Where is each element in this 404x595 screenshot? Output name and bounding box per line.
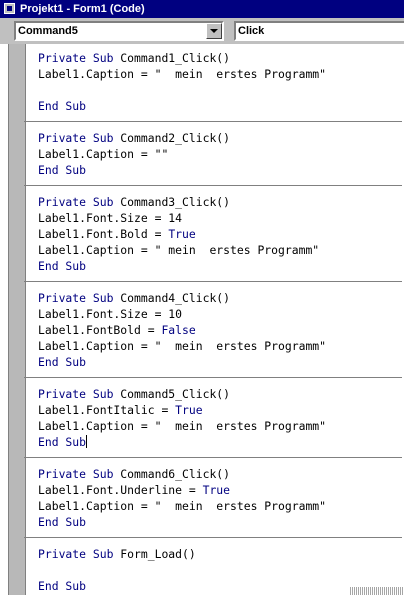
- code-text: Command3_Click(): [120, 195, 231, 209]
- procedure-block[interactable]: Private Sub Command6_Click() Label1.Font.…: [38, 466, 398, 530]
- code-line[interactable]: Private Sub Command2_Click(): [38, 130, 398, 146]
- code-text: Label1.Font.Size = 14: [38, 211, 183, 225]
- code-text: Label1.Caption = "": [38, 147, 169, 161]
- code-line[interactable]: End Sub: [38, 514, 398, 530]
- code-line[interactable]: Label1.Font.Size = 10: [38, 306, 398, 322]
- procedure-block[interactable]: Private Sub Command5_Click() Label1.FontI…: [38, 386, 398, 450]
- procedure-separator: [24, 450, 402, 466]
- code-keyword: Private Sub: [38, 291, 121, 305]
- code-text: Label1.Caption = " mein erstes Programm": [38, 419, 327, 433]
- code-line[interactable]: Private Sub Command1_Click(): [38, 50, 398, 66]
- code-keyword: End Sub: [38, 579, 87, 593]
- code-line[interactable]: Label1.Caption = " mein erstes Programm": [38, 66, 398, 82]
- code-line[interactable]: Label1.FontBold = False: [38, 322, 398, 338]
- code-keyword: End Sub: [38, 355, 87, 369]
- code-keyword: False: [161, 323, 196, 337]
- code-line[interactable]: End Sub: [38, 434, 398, 450]
- code-text: Label1.FontBold =: [38, 323, 162, 337]
- code-line[interactable]: Private Sub Command6_Click(): [38, 466, 398, 482]
- code-toolbar: Command5 Click: [0, 18, 404, 44]
- chevron-down-icon[interactable]: [206, 23, 222, 39]
- code-line[interactable]: End Sub: [38, 98, 398, 114]
- procedure-separator: [24, 178, 402, 194]
- code-keyword: Private Sub: [38, 387, 121, 401]
- code-line[interactable]: End Sub: [38, 258, 398, 274]
- code-line[interactable]: Private Sub Command4_Click(): [38, 290, 398, 306]
- procedure-separator: [24, 274, 402, 290]
- code-text: Label1.Font.Size = 10: [38, 307, 183, 321]
- code-keyword: End Sub: [38, 163, 87, 177]
- object-combo[interactable]: Command5: [14, 21, 224, 41]
- code-line[interactable]: Label1.Caption = "": [38, 146, 398, 162]
- object-combo-value: Command5: [18, 25, 78, 37]
- code-line[interactable]: Label1.Caption = " mein erstes Programm": [38, 338, 398, 354]
- code-keyword: Private Sub: [38, 547, 121, 561]
- resize-grip[interactable]: [350, 587, 404, 595]
- code-keyword: True: [168, 227, 196, 241]
- code-text: Label1.Caption = " mein erstes Programm": [38, 67, 327, 81]
- code-line[interactable]: Label1.Font.Bold = True: [38, 226, 398, 242]
- code-keyword: End Sub: [38, 435, 87, 449]
- code-line[interactable]: Label1.Font.Size = 14: [38, 210, 398, 226]
- code-line[interactable]: Label1.Caption = " mein erstes Programm": [38, 418, 398, 434]
- code-line[interactable]: Label1.Caption = " mein erstes Programm": [38, 242, 398, 258]
- code-text: Command5_Click(): [120, 387, 231, 401]
- code-keyword: Private Sub: [38, 131, 121, 145]
- code-keyword: Private Sub: [38, 51, 121, 65]
- procedure-block[interactable]: Private Sub Command1_Click() Label1.Capti…: [38, 50, 398, 114]
- code-text: Label1.Caption = " mein erstes Programm": [38, 499, 327, 513]
- code-text: Command1_Click(): [120, 51, 231, 65]
- procedure-combo-value: Click: [238, 25, 265, 37]
- code-text: Label1.Caption = " mein erstes Programm": [38, 243, 320, 257]
- code-keyword: End Sub: [38, 99, 87, 113]
- text-cursor: [86, 435, 88, 448]
- code-line[interactable]: [38, 562, 398, 578]
- code-keyword: True: [175, 403, 203, 417]
- code-keyword: Private Sub: [38, 467, 121, 481]
- code-line[interactable]: End Sub: [38, 162, 398, 178]
- procedure-combo[interactable]: Click: [234, 21, 404, 41]
- code-text: Label1.Font.Bold =: [38, 227, 169, 241]
- procedure-block[interactable]: Private Sub Form_Load() End Sub: [38, 546, 398, 594]
- code-line[interactable]: End Sub: [38, 578, 398, 594]
- code-line[interactable]: Label1.Caption = " mein erstes Programm": [38, 498, 398, 514]
- code-keyword: End Sub: [38, 259, 87, 273]
- code-line[interactable]: [38, 82, 398, 98]
- code-text: Form_Load(): [120, 547, 196, 561]
- code-text: Command2_Click(): [120, 131, 231, 145]
- procedure-separator: [24, 114, 402, 130]
- procedure-separator: [24, 530, 402, 546]
- margin-indicator-bar[interactable]: [8, 44, 26, 595]
- code-text: Label1.Font.Underline =: [38, 483, 203, 497]
- code-line[interactable]: Private Sub Command5_Click(): [38, 386, 398, 402]
- code-text: Command6_Click(): [120, 467, 231, 481]
- editor-left-strip: [0, 44, 8, 595]
- code-text: Label1.Caption = " mein erstes Programm": [38, 339, 327, 353]
- code-keyword: Private Sub: [38, 195, 121, 209]
- procedure-separator: [24, 370, 402, 386]
- code-line[interactable]: Private Sub Form_Load(): [38, 546, 398, 562]
- code-keyword: True: [202, 483, 231, 497]
- code-text: Command4_Click(): [120, 291, 231, 305]
- code-text: Label1.FontItalic =: [38, 403, 176, 417]
- code-editor[interactable]: Private Sub Command1_Click() Label1.Capti…: [0, 44, 404, 595]
- procedure-block[interactable]: Private Sub Command4_Click() Label1.Font.…: [38, 290, 398, 370]
- code-line[interactable]: Label1.Font.Underline = True: [38, 482, 398, 498]
- code-area[interactable]: Private Sub Command1_Click() Label1.Capti…: [24, 50, 402, 594]
- procedure-block[interactable]: Private Sub Command2_Click() Label1.Capti…: [38, 130, 398, 178]
- window-titlebar[interactable]: Projekt1 - Form1 (Code): [0, 0, 404, 18]
- code-keyword: End Sub: [38, 515, 87, 529]
- vb-code-window-icon: [4, 3, 15, 14]
- procedure-block[interactable]: Private Sub Command3_Click() Label1.Font.…: [38, 194, 398, 274]
- window-title: Projekt1 - Form1 (Code): [20, 3, 145, 15]
- code-line[interactable]: Label1.FontItalic = True: [38, 402, 398, 418]
- code-line[interactable]: Private Sub Command3_Click(): [38, 194, 398, 210]
- code-line[interactable]: End Sub: [38, 354, 398, 370]
